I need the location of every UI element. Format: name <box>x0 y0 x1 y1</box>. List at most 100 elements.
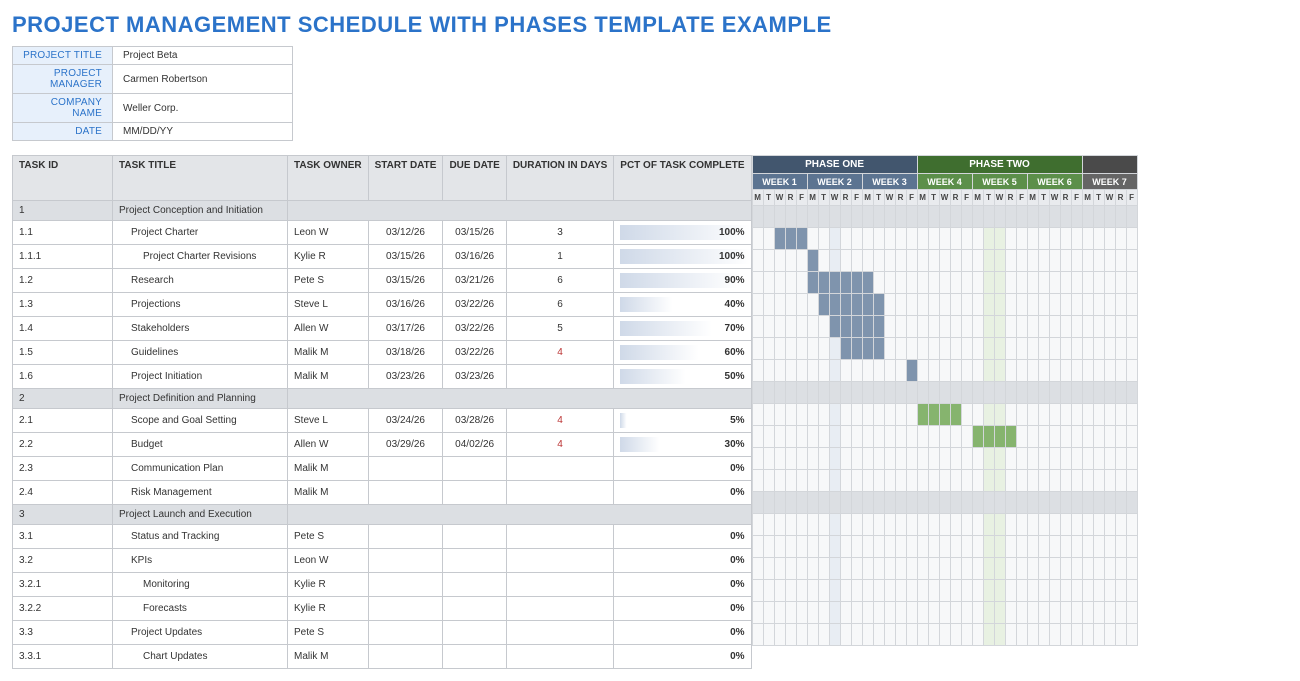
gantt-cell <box>851 206 862 228</box>
task-row[interactable]: 3.3.1Chart UpdatesMalik M0% <box>13 645 752 669</box>
gantt-cell <box>1115 492 1126 514</box>
task-row[interactable]: 2.4Risk ManagementMalik M0% <box>13 481 752 505</box>
gantt-cell <box>939 448 950 470</box>
gantt-cell <box>1038 250 1049 272</box>
pct-cell: 0% <box>614 481 751 505</box>
gantt-cell <box>917 514 928 536</box>
meta-val-company[interactable]: Weller Corp. <box>113 94 293 123</box>
gantt-cell <box>1060 580 1071 602</box>
task-row[interactable]: 3.2KPIsLeon W0% <box>13 549 752 573</box>
gantt-cell <box>862 250 873 272</box>
gantt-cell <box>917 602 928 624</box>
gantt-cell <box>873 294 884 316</box>
start-cell <box>368 457 443 481</box>
gantt-cell <box>1038 470 1049 492</box>
gantt-cell <box>763 580 774 602</box>
gantt-cell <box>961 404 972 426</box>
task-row[interactable]: 3.3Project UpdatesPete S0% <box>13 621 752 645</box>
gantt-cell <box>961 514 972 536</box>
gantt-cell <box>884 316 895 338</box>
gantt-cell <box>917 580 928 602</box>
gantt-cell <box>1115 514 1126 536</box>
gantt-cell <box>818 580 829 602</box>
gantt-cell <box>1126 360 1137 382</box>
gantt-cell <box>906 470 917 492</box>
gantt-row <box>752 360 1137 382</box>
gantt-cell <box>950 250 961 272</box>
task-row[interactable]: 3.2.1MonitoringKylie R0% <box>13 573 752 597</box>
gantt-cell <box>928 602 939 624</box>
gantt-cell <box>1082 448 1093 470</box>
gantt-cell <box>1005 514 1016 536</box>
dur-cell: 4 <box>506 409 613 433</box>
gantt-cell <box>851 602 862 624</box>
day-header: M <box>917 190 928 206</box>
task-row[interactable]: 1.1.1Project Charter RevisionsKylie R03/… <box>13 245 752 269</box>
gantt-cell <box>895 316 906 338</box>
task-row[interactable]: 2Project Definition and Planning <box>13 389 752 409</box>
gantt-cell <box>983 250 994 272</box>
task-row[interactable]: 2.3Communication PlanMalik M0% <box>13 457 752 481</box>
due-cell <box>443 597 506 621</box>
col-due-date: DUE DATE <box>443 156 506 201</box>
gantt-cell <box>1093 536 1104 558</box>
gantt-cell <box>807 316 818 338</box>
task-row[interactable]: 1.2ResearchPete S03/15/2603/21/26690% <box>13 269 752 293</box>
gantt-cell <box>1104 272 1115 294</box>
task-row[interactable]: 1.3ProjectionsSteve L03/16/2603/22/26640… <box>13 293 752 317</box>
dur-cell <box>506 621 613 645</box>
meta-val-date[interactable]: MM/DD/YY <box>113 123 293 141</box>
task-title-cell: Project Launch and Execution <box>113 505 288 525</box>
gantt-cell <box>840 228 851 250</box>
gantt-cell <box>928 558 939 580</box>
task-id-cell: 2.4 <box>13 481 113 505</box>
gantt-cell <box>994 470 1005 492</box>
task-row[interactable]: 1.6Project InitiationMalik M03/23/2603/2… <box>13 365 752 389</box>
task-id-cell: 3.1 <box>13 525 113 549</box>
gantt-cell <box>1104 404 1115 426</box>
gantt-cell <box>862 316 873 338</box>
gantt-cell <box>1027 228 1038 250</box>
task-row[interactable]: 1.1Project CharterLeon W03/12/2603/15/26… <box>13 221 752 245</box>
owner-cell: Malik M <box>288 365 369 389</box>
gantt-cell <box>807 272 818 294</box>
meta-val-pm[interactable]: Carmen Robertson <box>113 65 293 94</box>
task-row[interactable]: 3Project Launch and Execution <box>13 505 752 525</box>
task-row[interactable]: 1Project Conception and Initiation <box>13 201 752 221</box>
gantt-cell <box>906 448 917 470</box>
project-meta-table: PROJECT TITLE Project Beta PROJECT MANAG… <box>12 46 293 141</box>
gantt-cell <box>774 250 785 272</box>
gantt-cell <box>862 228 873 250</box>
gantt-cell <box>840 624 851 646</box>
gantt-cell <box>994 316 1005 338</box>
gantt-cell <box>1126 470 1137 492</box>
gantt-cell <box>1060 448 1071 470</box>
dur-cell: 6 <box>506 269 613 293</box>
gantt-cell <box>1115 624 1126 646</box>
gantt-cell <box>1115 360 1126 382</box>
meta-val-project-title[interactable]: Project Beta <box>113 47 293 65</box>
start-cell <box>368 621 443 645</box>
gantt-row <box>752 448 1137 470</box>
task-row[interactable]: 1.5GuidelinesMalik M03/18/2603/22/26460% <box>13 341 752 365</box>
gantt-cell <box>1027 602 1038 624</box>
due-cell <box>443 525 506 549</box>
task-row[interactable]: 2.2BudgetAllen W03/29/2604/02/26430% <box>13 433 752 457</box>
gantt-cell <box>1049 426 1060 448</box>
gantt-cell <box>829 514 840 536</box>
gantt-cell <box>774 294 785 316</box>
task-row[interactable]: 2.1Scope and Goal SettingSteve L03/24/26… <box>13 409 752 433</box>
gantt-row <box>752 250 1137 272</box>
gantt-cell <box>994 228 1005 250</box>
gantt-cell <box>1016 272 1027 294</box>
task-row[interactable]: 3.2.2ForecastsKylie R0% <box>13 597 752 621</box>
gantt-cell <box>972 250 983 272</box>
gantt-cell <box>1071 272 1082 294</box>
gantt-cell <box>1060 360 1071 382</box>
gantt-cell <box>1126 536 1137 558</box>
task-row[interactable]: 3.1Status and TrackingPete S0% <box>13 525 752 549</box>
gantt-cell <box>906 206 917 228</box>
gantt-cell <box>862 272 873 294</box>
gantt-cell <box>1016 492 1027 514</box>
task-row[interactable]: 1.4StakeholdersAllen W03/17/2603/22/2657… <box>13 317 752 341</box>
